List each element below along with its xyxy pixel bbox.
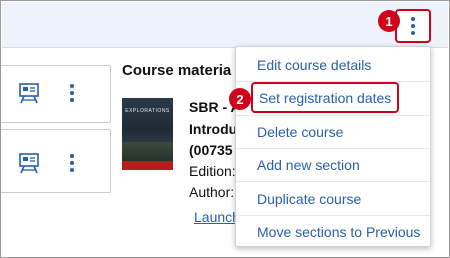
course-options-menu: Edit course details Set registration dat… <box>235 46 431 247</box>
more-vertical-icon[interactable] <box>70 84 74 102</box>
cover-label: EXPLORATIONS <box>125 108 170 114</box>
book-edition-line: Edition: <box>189 163 236 179</box>
more-vertical-icon[interactable] <box>70 154 74 172</box>
menu-item-add-new-section[interactable]: Add new section <box>236 148 430 181</box>
menu-item-move-sections[interactable]: Move sections to Previous <box>236 215 430 248</box>
course-options-button[interactable] <box>395 9 431 43</box>
screenshot-frame: 1 Course materia EXPLORATIONS SBR - A In… <box>0 0 450 258</box>
assignment-icon[interactable] <box>18 152 40 174</box>
more-vertical-icon <box>411 17 415 35</box>
menu-item-delete-course[interactable]: Delete course <box>236 115 430 148</box>
launch-link[interactable]: Launch <box>194 209 240 225</box>
section-card <box>1 65 111 123</box>
book-title-line: Introdu <box>189 121 238 137</box>
book-cover-image: EXPLORATIONS <box>122 98 173 170</box>
section-card <box>1 129 111 193</box>
menu-item-edit-course-details[interactable]: Edit course details <box>236 48 430 81</box>
book-author-line: Author: <box>189 184 235 200</box>
step-1-badge: 1 <box>378 10 400 32</box>
menu-item-set-registration-dates[interactable]: Set registration dates <box>251 82 399 113</box>
menu-item-duplicate-course[interactable]: Duplicate course <box>236 182 430 215</box>
step-2-badge: 2 <box>229 88 251 110</box>
assignment-icon[interactable] <box>18 82 40 104</box>
course-materials-heading: Course materia <box>122 62 232 79</box>
book-isbn-line: (00735 <box>189 142 233 158</box>
